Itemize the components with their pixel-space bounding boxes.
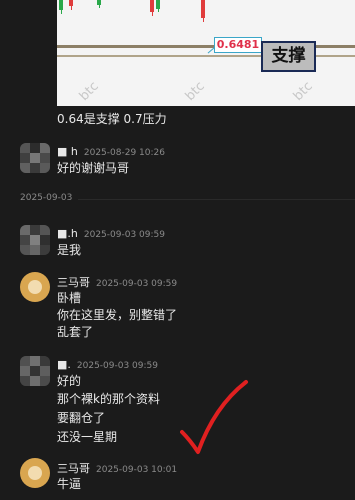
message-meta: ■.h 2025-09-03 09:59 <box>57 227 165 240</box>
message-text: 乱套了 <box>57 325 94 339</box>
avatar[interactable] <box>20 356 50 386</box>
message-text: 好的谢谢马哥 <box>57 161 130 175</box>
timestamp: 2025-09-03 10:01 <box>96 465 178 475</box>
date-divider <box>78 199 355 200</box>
message-meta: 三马哥 2025-09-03 10:01 <box>57 460 177 476</box>
message-text: 牛逼 <box>57 477 82 491</box>
message-meta: 三马哥 2025-09-03 09:59 <box>57 274 177 290</box>
message-meta: ■ h 2025-08-29 10:26 <box>57 145 165 158</box>
message-text: 卧槽 <box>57 291 82 305</box>
watermark: btc <box>76 78 102 105</box>
message-text: 那个裸k的那个资料 <box>57 392 160 406</box>
support-annotation: 支撑 <box>261 41 316 72</box>
timestamp: 2025-09-03 09:59 <box>76 361 158 371</box>
sender-name[interactable]: ■. <box>57 358 71 371</box>
sender-name[interactable]: ■.h <box>57 227 78 240</box>
message-text: 是我 <box>57 243 82 257</box>
watermark: btc <box>182 78 208 105</box>
sender-name[interactable]: 三马哥 <box>57 462 90 475</box>
candle <box>59 0 63 10</box>
candle <box>97 0 101 5</box>
avatar[interactable] <box>20 272 50 302</box>
message-text: 要翻仓了 <box>57 411 106 425</box>
sender-name[interactable]: 三马哥 <box>57 276 90 289</box>
timestamp: 2025-09-03 09:59 <box>96 279 178 289</box>
watermark: btc <box>290 78 316 105</box>
candle <box>69 0 73 6</box>
sender-name[interactable]: ■ h <box>57 145 78 158</box>
avatar[interactable] <box>20 458 50 488</box>
shared-chart-image[interactable]: 0.6481 支撑 btc btc btc <box>57 0 355 106</box>
avatar[interactable] <box>20 225 50 255</box>
timestamp: 2025-09-03 09:59 <box>83 230 165 240</box>
message-text: 你在这里发，别整错了 <box>57 308 178 322</box>
candle <box>201 0 205 18</box>
message-meta: ■. 2025-09-03 09:59 <box>57 358 158 371</box>
candle <box>156 0 160 9</box>
candle <box>150 0 154 12</box>
avatar[interactable] <box>20 143 50 173</box>
chart-caption: 0.64是支撑 0.7压力 <box>57 112 167 126</box>
message-text: 还没一星期 <box>57 430 118 444</box>
timestamp: 2025-08-29 10:26 <box>83 148 165 158</box>
date-separator: 2025-09-03 <box>20 193 73 203</box>
message-text: 好的 <box>57 374 82 388</box>
price-label: 0.6481 <box>214 37 262 53</box>
checkmark-annotation-icon <box>180 380 248 454</box>
